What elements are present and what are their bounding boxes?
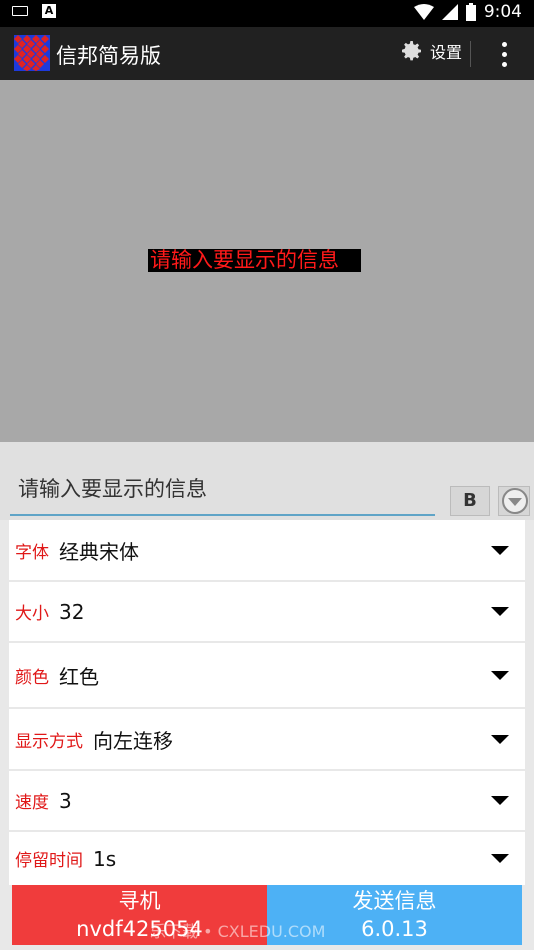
- overflow-menu-icon[interactable]: [494, 39, 514, 69]
- setting-label: 颜色: [15, 667, 49, 688]
- setting-label: 显示方式: [15, 731, 83, 752]
- setting-label: 停留时间: [15, 851, 83, 871]
- setting-label: 大小: [15, 604, 49, 624]
- status-time: 9:04: [483, 2, 522, 22]
- gear-icon: [402, 41, 421, 61]
- settings-label: 设置: [430, 43, 463, 62]
- expand-options-button[interactable]: [498, 486, 530, 516]
- setting-value: 1s: [93, 846, 117, 871]
- dropdown-arrow-icon: [491, 670, 509, 680]
- bold-button[interactable]: B: [450, 486, 490, 516]
- dropdown-arrow-icon: [491, 545, 509, 555]
- setting-value: 经典宋体: [59, 539, 139, 564]
- send-label: 发送信息: [352, 889, 437, 913]
- app-title: 信邦简易版: [56, 44, 161, 68]
- setting-row-display-mode[interactable]: 显示方式 向左连移: [9, 709, 525, 769]
- battery-icon: [465, 3, 476, 21]
- led-preview-text: 请输入要显示的信息: [148, 249, 361, 272]
- appbar-divider: [470, 41, 471, 67]
- setting-row-speed[interactable]: 速度 3: [9, 771, 525, 830]
- setting-value: 32: [59, 599, 85, 624]
- dropdown-arrow-icon: [491, 854, 509, 863]
- setting-row-size[interactable]: 大小 32: [9, 582, 525, 641]
- setting-value: 向左连移: [93, 728, 173, 753]
- app-notification-icon: A: [42, 4, 56, 18]
- status-bar: A 9:04: [0, 0, 534, 27]
- keyboard-icon: [12, 6, 28, 16]
- search-label: 寻机: [118, 889, 161, 913]
- led-preview-panel: 请输入要显示的信息: [0, 80, 534, 442]
- setting-label: 字体: [15, 542, 49, 563]
- setting-value: 红色: [59, 664, 99, 689]
- watermark: 乐下载 • CXLEDU.COM: [150, 922, 326, 941]
- message-input[interactable]: [10, 462, 435, 516]
- signal-icon: [441, 4, 458, 20]
- app-logo-icon: [14, 35, 50, 71]
- setting-row-font[interactable]: 字体 经典宋体: [9, 520, 525, 580]
- setting-row-stay-time[interactable]: 停留时间 1s: [9, 832, 525, 885]
- setting-label: 速度: [15, 793, 49, 813]
- setting-row-color[interactable]: 颜色 红色: [9, 643, 525, 707]
- dropdown-arrow-icon: [491, 607, 509, 616]
- wifi-icon: [413, 4, 434, 20]
- setting-value: 3: [59, 788, 72, 813]
- app-bar: 信邦简易版 设置: [0, 27, 534, 80]
- settings-button[interactable]: 设置: [400, 39, 462, 63]
- dropdown-arrow-icon: [491, 734, 509, 744]
- dropdown-arrow-icon: [491, 796, 509, 805]
